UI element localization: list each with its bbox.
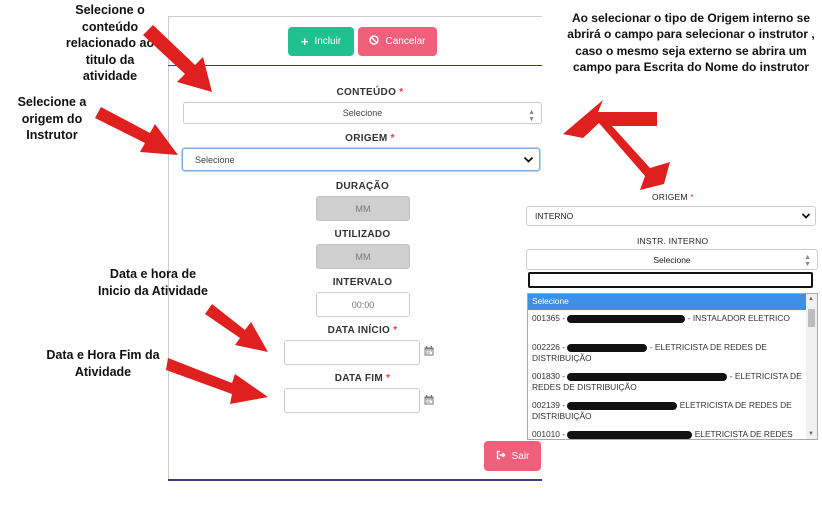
option-role: - INSTALADOR ELETRICO	[687, 313, 790, 323]
scroll-up-icon[interactable]: ▲	[808, 296, 814, 302]
list-item-selecione[interactable]: Selecione	[528, 294, 817, 310]
panel-origem-field-label: ORIGEM *	[652, 192, 694, 202]
arrow-fim	[166, 358, 268, 404]
panel-instr-options-list[interactable]: Selecione 001365 - - INSTALADOR ELETRICO…	[527, 293, 818, 440]
list-item[interactable]: 002139 - ELETRICISTA DE REDES DE DISTRIB…	[528, 397, 817, 426]
list-item[interactable]: 002226 - - ELETRICISTA DE REDES DE DISTR…	[528, 339, 817, 368]
required-mark: *	[690, 192, 694, 202]
option-code: 001830 -	[532, 371, 566, 381]
panel-instr-search-input[interactable]	[528, 272, 813, 288]
panel-instr-label: INSTR. INTERNO	[637, 236, 709, 246]
list-item[interactable]: 001010 - ELETRICISTA DE REDES	[528, 426, 817, 439]
chevron-down-icon	[801, 211, 811, 223]
option-text: Selecione	[532, 296, 569, 306]
option-code: 001365 -	[532, 313, 566, 323]
list-item[interactable]: 001830 - - ELETRICISTA DE REDES DE DISTR…	[528, 368, 817, 397]
option-role: ELETRICISTA DE REDES	[694, 429, 793, 439]
panel-origem-label-text: ORIGEM	[652, 192, 688, 202]
arrow-origem	[95, 107, 178, 155]
redacted-name	[567, 314, 686, 323]
redacted-name	[567, 343, 648, 352]
option-code: 002139 -	[532, 400, 566, 410]
option-code: 002226 -	[532, 342, 566, 352]
redacted-name	[567, 430, 693, 439]
chevron-down-icon: ▲ ▼	[804, 254, 811, 268]
redacted-name	[567, 401, 678, 410]
arrow-conteudo	[143, 25, 212, 92]
arrow-zigzag	[563, 100, 670, 190]
arrow-inicio	[205, 304, 268, 352]
panel-origem-select-value: INTERNO	[535, 211, 574, 221]
list-scrollbar-thumb[interactable]	[808, 309, 815, 327]
panel-instr-select-value: Selecione	[653, 254, 691, 265]
redacted-name	[567, 372, 728, 381]
option-code: 001010 -	[532, 429, 566, 439]
panel-instr-select[interactable]: Selecione ▲ ▼	[526, 249, 818, 270]
list-scrollbar[interactable]: ▲ ▼	[806, 294, 817, 439]
list-item[interactable]: 001365 - - INSTALADOR ELETRICO	[528, 310, 817, 339]
panel-origem-select[interactable]: INTERNO	[526, 206, 816, 226]
scroll-down-icon[interactable]: ▼	[808, 431, 814, 437]
